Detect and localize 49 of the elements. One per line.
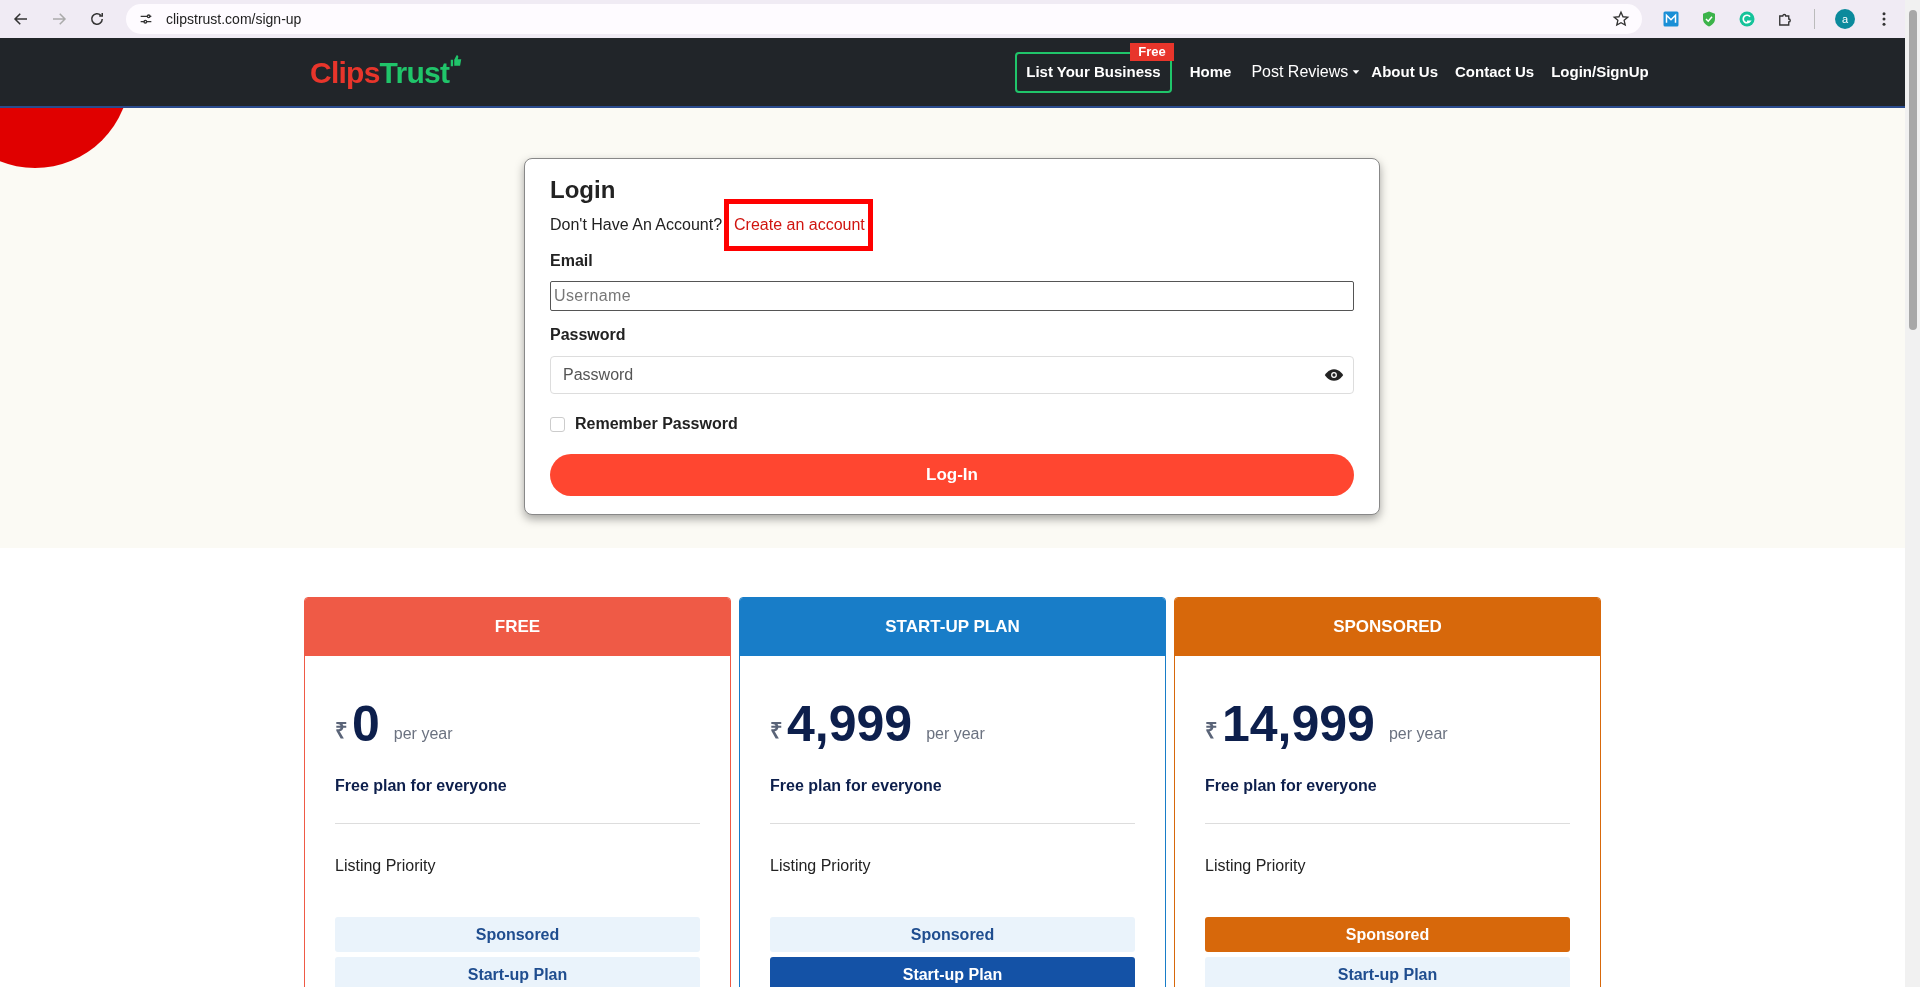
remember-label: Remember Password (575, 414, 738, 434)
feature-label: Listing Priority (335, 856, 437, 876)
post-reviews-dropdown[interactable]: Post Reviews (1251, 60, 1361, 84)
caret-icon[interactable] (1352, 68, 1361, 76)
feature-label: Listing Priority (770, 856, 872, 876)
plan-option[interactable]: Sponsored (770, 917, 1135, 952)
plan-option[interactable]: Sponsored (1205, 917, 1570, 952)
email-input[interactable]: Username (550, 281, 1354, 311)
plan-option[interactable]: Sponsored (335, 917, 700, 952)
extension-m-icon[interactable] (1662, 10, 1680, 28)
scrollbar[interactable] (1905, 0, 1920, 987)
reload-icon[interactable] (88, 10, 106, 28)
plan-header: FREE (305, 598, 730, 656)
currency-symbol: ₹ (335, 717, 348, 745)
nav-link[interactable]: About Us (1371, 60, 1438, 84)
thumbs-up-icon[interactable] (449, 53, 464, 68)
plan-price: 4,999 (787, 696, 913, 752)
password-label: Password (550, 325, 627, 345)
feature-label: Listing Priority (1205, 856, 1307, 876)
password-input[interactable]: Password (550, 356, 1354, 394)
nav-link[interactable]: Home (1189, 60, 1232, 84)
login-title: Login (550, 175, 617, 205)
plan-header: START-UP PLAN (740, 598, 1165, 656)
plan-header: SPONSORED (1175, 598, 1600, 656)
currency-symbol: ₹ (770, 717, 783, 745)
nav-link[interactable]: Login/SignUp (1551, 60, 1649, 84)
free-badge: Free (1130, 42, 1174, 61)
create-account-link[interactable]: Create an account (734, 216, 865, 233)
price-period: per year (926, 724, 985, 744)
plan-price: 0 (352, 696, 380, 752)
plan-tagline: Free plan for everyone (1205, 776, 1378, 796)
plan-option[interactable]: Start-up Plan (335, 957, 700, 987)
plan-option[interactable]: Start-up Plan (770, 957, 1135, 987)
back-icon[interactable] (12, 10, 30, 28)
plan-option[interactable]: Start-up Plan (1205, 957, 1570, 987)
plan-tagline: Free plan for everyone (335, 776, 508, 796)
site-logo[interactable]: ClipsTrust (310, 49, 464, 95)
email-label: Email (550, 251, 594, 271)
price-period: per year (393, 724, 453, 744)
star-icon[interactable] (1612, 10, 1630, 28)
currency-symbol: ₹ (1205, 717, 1218, 745)
remember-checkbox[interactable] (550, 416, 565, 432)
site-settings-icon[interactable] (138, 11, 154, 27)
account-prompt: Don't Have An Account? (550, 215, 723, 235)
price-period: per year (1388, 724, 1448, 744)
profile-avatar[interactable]: a (1835, 9, 1855, 29)
plan-price: 14,999 (1222, 696, 1375, 752)
nav-link[interactable]: Contact Us (1455, 60, 1535, 84)
plan-tagline: Free plan for everyone (770, 776, 943, 796)
